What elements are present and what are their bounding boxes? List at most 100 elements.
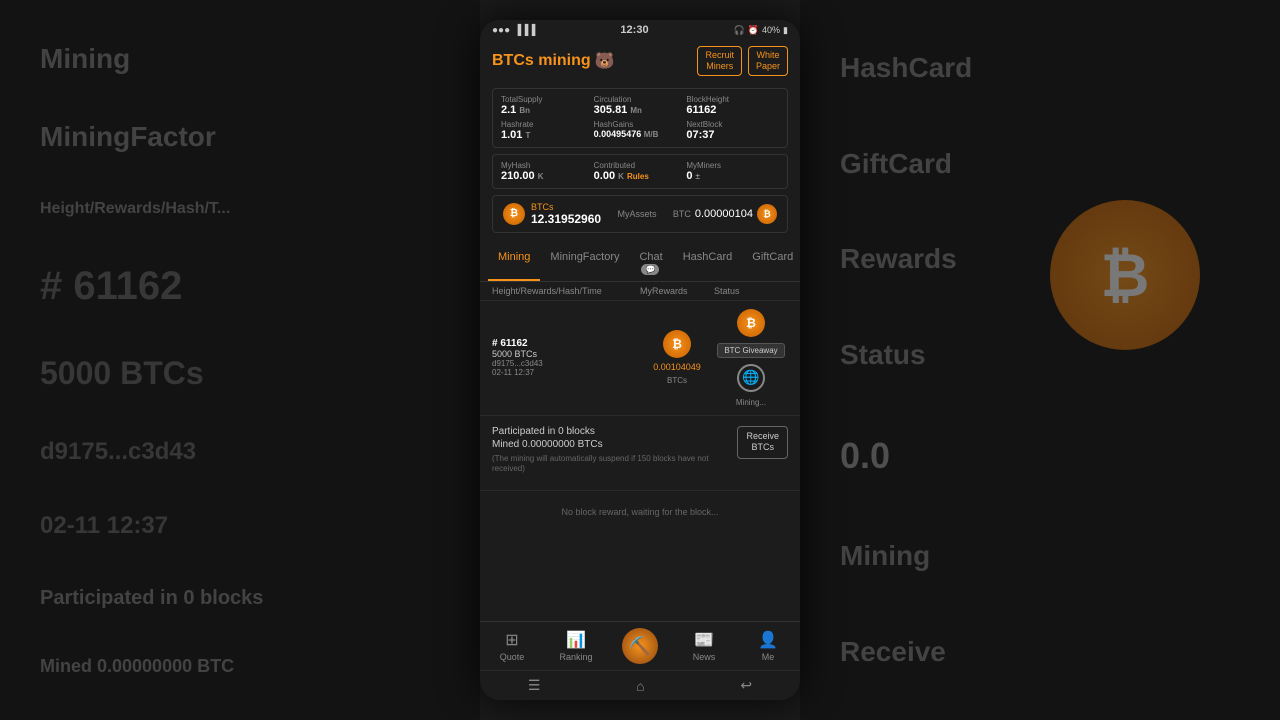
- alarm-icon: ⏰: [748, 25, 759, 36]
- network-stats-grid: TotalSupply 2.1 Bn Circulation 305.81 Mn…: [492, 88, 788, 148]
- reward-value: 0.00104049: [653, 362, 701, 372]
- bg-text-time: 02-11 12:37: [40, 512, 440, 540]
- col-header-3: Status: [714, 286, 788, 296]
- bg-text-factory: MiningFactor: [40, 121, 440, 153]
- no-reward-message: No block reward, waiting for the block..…: [480, 491, 800, 533]
- white-paper-button[interactable]: WhitePaper: [748, 46, 788, 76]
- home-button[interactable]: ⌂: [636, 678, 644, 694]
- ranking-icon: 📊: [566, 630, 586, 650]
- tab-giftcard[interactable]: GiftCard: [742, 245, 800, 281]
- hashrate-label: Hashrate: [501, 120, 594, 129]
- reward-column: ₿ 0.00104049 BTCs: [640, 330, 714, 385]
- my-hash-label: MyHash: [501, 161, 594, 170]
- stats-container: TotalSupply 2.1 Bn Circulation 305.81 Mn…: [480, 82, 800, 245]
- assets-btc-value: 0.00000104: [695, 208, 753, 220]
- block-row: # 61162 5000 BTCs d9175...c3d43 02-11 12…: [480, 301, 800, 416]
- bg-text-mining: Mining: [40, 43, 440, 75]
- block-hash: d9175...c3d43: [492, 359, 640, 368]
- bg-text-btcs: 5000 BTCs: [40, 355, 440, 392]
- participated-section: Participated in 0 blocks Mined 0.0000000…: [480, 416, 800, 492]
- nav-quote[interactable]: ⊞ Quote: [487, 630, 537, 662]
- nav-quote-label: Quote: [500, 652, 525, 662]
- total-supply-value: 2.1 Bn: [501, 104, 594, 116]
- news-icon: 📰: [694, 630, 714, 650]
- nav-me[interactable]: 👤 Me: [743, 630, 793, 662]
- assets-row: ₿ BTCs 12.31952960 MyAssets BTC 0.000001…: [492, 195, 788, 233]
- giveaway-btc-icon: ₿: [737, 309, 765, 337]
- bg-text-participated: Participated in 0 blocks: [40, 587, 440, 610]
- nav-me-label: Me: [762, 652, 775, 662]
- block-btcs: 5000 BTCs: [492, 349, 640, 359]
- assets-btc-row: BTC 0.00000104 ₿: [673, 204, 777, 224]
- my-miners-value: 0 ±: [686, 170, 779, 182]
- battery-icon: ▮: [783, 25, 788, 36]
- app-title-text: BTCs mining: [492, 52, 591, 70]
- block-height-stat: BlockHeight 61162: [686, 95, 779, 116]
- mining-globe-icon: 🌐: [737, 364, 765, 392]
- participated-info: Participated in 0 blocks Mined 0.0000000…: [492, 426, 737, 481]
- nav-news-label: News: [693, 652, 716, 662]
- col-header-1: Height/Rewards/Hash/Time: [492, 286, 640, 296]
- spacer: [480, 533, 800, 573]
- tab-hashcard[interactable]: HashCard: [673, 245, 743, 281]
- hash-gains-stat: HashGains 0.00495476 M/B: [594, 120, 687, 141]
- status-bar: ●●● ▐▐▐ 12:30 🎧 ⏰ 40% ▮: [480, 20, 800, 40]
- status-time: 12:30: [620, 24, 648, 36]
- assets-right: BTC 0.00000104 ₿: [673, 204, 777, 224]
- bg-bitcoin-icon: ₿: [1050, 200, 1200, 350]
- col-header-2: MyRewards: [640, 286, 714, 296]
- tab-chat[interactable]: Chat 💬: [629, 245, 672, 281]
- nav-mining[interactable]: ⛏️: [615, 628, 665, 664]
- main-content: Height/Rewards/Hash/Time MyRewards Statu…: [480, 282, 800, 621]
- app-header: BTCs mining 🐻 RecruitMiners WhitePaper: [480, 40, 800, 82]
- background-right: HashCard GiftCard Rewards Status ₿ 0.0 M…: [800, 0, 1280, 720]
- mining-note: (The mining will automatically suspend i…: [492, 454, 737, 475]
- reward-unit: BTCs: [667, 376, 687, 385]
- nav-news[interactable]: 📰 News: [679, 630, 729, 662]
- bg-text-status: Status: [840, 339, 1240, 371]
- next-block-value: 07:37: [686, 129, 779, 141]
- hash-gains-value: 0.00495476 M/B: [594, 129, 687, 139]
- nav-ranking[interactable]: 📊 Ranking: [551, 630, 601, 662]
- assets-left: ₿ BTCs 12.31952960: [503, 202, 601, 226]
- my-assets-label: MyAssets: [617, 209, 656, 219]
- tab-mining[interactable]: Mining: [488, 245, 540, 281]
- recruit-miners-button[interactable]: RecruitMiners: [697, 46, 742, 76]
- status-left: ●●● ▐▐▐: [492, 25, 535, 36]
- signal-icon: ●●●: [492, 25, 510, 36]
- bg-text-giftcard: GiftCard: [840, 148, 1240, 180]
- me-icon: 👤: [758, 630, 778, 650]
- block-info: # 61162 5000 BTCs d9175...c3d43 02-11 12…: [492, 338, 640, 377]
- rules-link[interactable]: Rules: [627, 172, 649, 181]
- assets-label-group: BTCs 12.31952960: [531, 202, 601, 226]
- reward-btc-icon: ₿: [663, 330, 691, 358]
- contributed-label: Contributed: [594, 161, 687, 170]
- bg-text-zero: 0.0: [840, 435, 1240, 477]
- phone-container: ●●● ▐▐▐ 12:30 🎧 ⏰ 40% ▮ BTCs mining 🐻 Re…: [480, 20, 800, 700]
- tab-mining-factory[interactable]: MiningFactory: [540, 245, 629, 281]
- bg-text-mined: Mined 0.00000000 BTC: [40, 656, 440, 677]
- bg-text-header: Height/Rewards/Hash/T...: [40, 200, 440, 218]
- bitcoin-icon: ₿: [757, 204, 777, 224]
- status-right: 🎧 ⏰ 40% ▮: [734, 25, 788, 36]
- contributed-value: 0.00 K Rules: [594, 170, 687, 182]
- giveaway-column: ₿ BTC Giveaway 🌐 Mining...: [714, 309, 788, 407]
- my-hash-stat: MyHash 210.00 K: [501, 161, 594, 182]
- receive-btcs-button[interactable]: ReceiveBTCs: [737, 426, 788, 459]
- contributed-stat: Contributed 0.00 K Rules: [594, 161, 687, 182]
- total-supply-label: TotalSupply: [501, 95, 594, 104]
- circulation-value: 305.81 Mn: [594, 104, 687, 116]
- bg-text-receive: Receive: [840, 636, 1240, 668]
- mined-value: Mined 0.00000000 BTCs: [492, 439, 737, 450]
- hash-gains-label: HashGains: [594, 120, 687, 129]
- btc-giveaway-button[interactable]: BTC Giveaway: [717, 343, 784, 358]
- assets-btcs-value: 12.31952960: [531, 212, 601, 226]
- background-left: Mining MiningFactor Height/Rewards/Hash/…: [0, 0, 480, 720]
- participated-title: Participated in 0 blocks: [492, 426, 737, 437]
- hamburger-button[interactable]: ☰: [528, 677, 541, 694]
- back-button[interactable]: ↩: [740, 677, 752, 694]
- my-stats-grid: MyHash 210.00 K Contributed 0.00 K Rules…: [492, 154, 788, 189]
- my-miners-stat: MyMiners 0 ±: [686, 161, 779, 182]
- bg-text-block: # 61162: [40, 264, 440, 309]
- my-miners-label: MyMiners: [686, 161, 779, 170]
